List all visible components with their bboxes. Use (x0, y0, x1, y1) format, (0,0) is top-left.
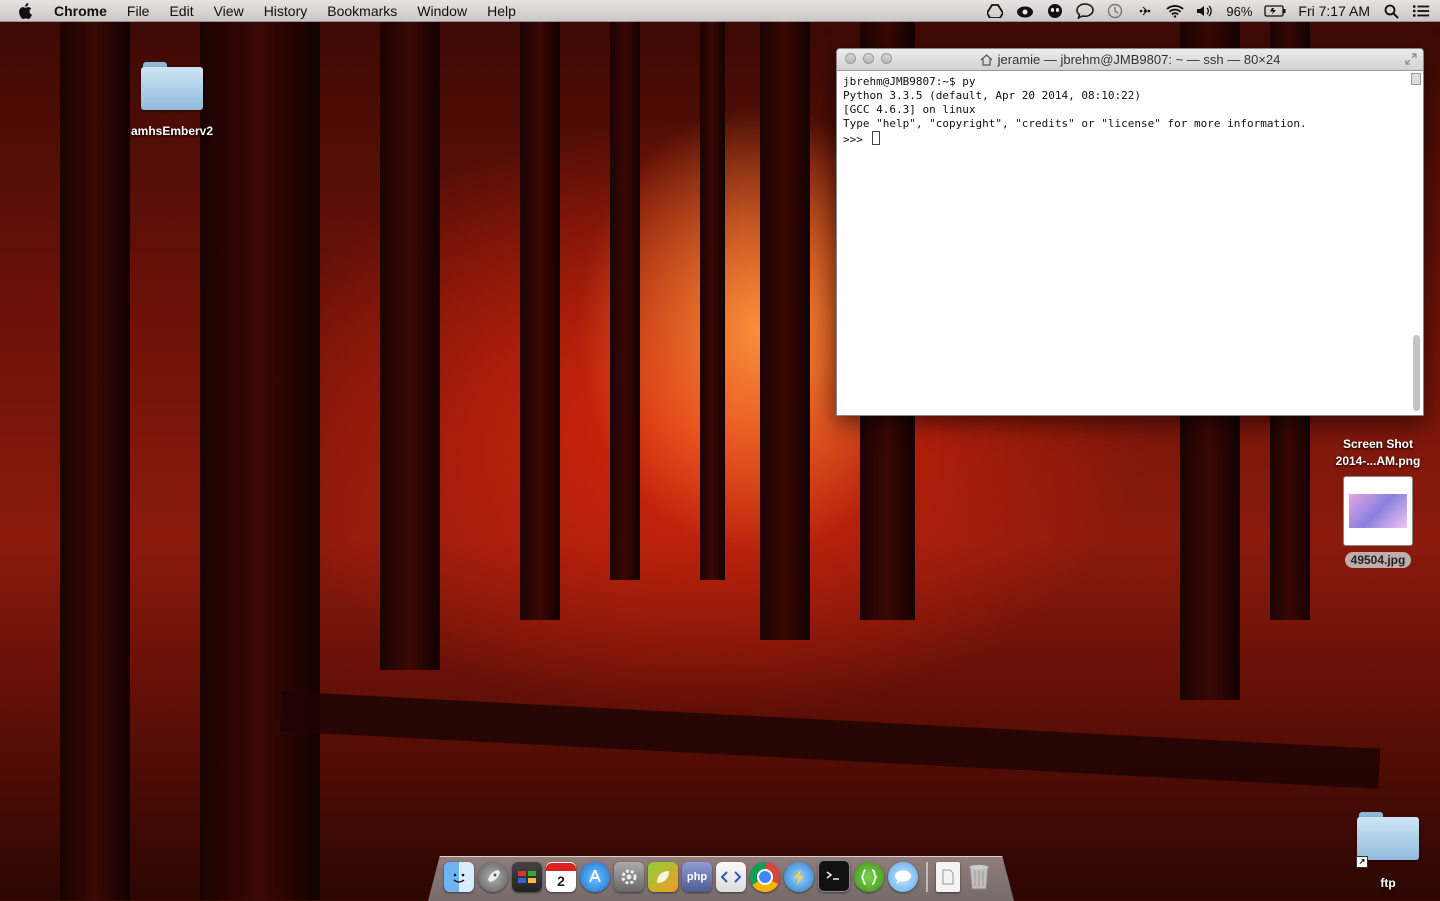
spotlight-search-icon[interactable] (1382, 3, 1400, 19)
menu-view[interactable]: View (214, 3, 244, 19)
terminal-prompt-line: >>> (843, 131, 1417, 147)
dock-icons: 2 php (444, 860, 994, 892)
creative-cloud-icon[interactable] (1016, 3, 1034, 19)
zoom-button[interactable] (881, 53, 892, 64)
desktop-folder-amhsemberv2[interactable]: amhsEmberv2 (122, 62, 222, 138)
notification-center-icon[interactable] (1412, 3, 1430, 19)
desktop-file-label: 49504.jpg (1344, 552, 1412, 568)
status-menus: 96% Fri 7:17 AM (986, 0, 1430, 22)
terminal-window[interactable]: jeramie — jbrehm@JMB9807: ~ — ssh — 80×2… (836, 48, 1424, 416)
calendar-icon[interactable]: 2 (546, 862, 576, 892)
menu-history[interactable]: History (264, 3, 308, 19)
menu-app-chrome[interactable]: Chrome (54, 3, 107, 19)
home-icon (980, 53, 993, 66)
terminal-line: Type "help", "copyright", "credits" or "… (843, 117, 1307, 130)
time-machine-icon[interactable] (1106, 3, 1124, 19)
document-icon[interactable] (936, 862, 960, 892)
desktop-file-49504-jpg[interactable]: 49504.jpg (1338, 476, 1418, 568)
tree-trunk (700, 20, 725, 580)
terminal-line: [GCC 4.6.3] on linux (843, 103, 976, 116)
google-drive-icon[interactable] (986, 3, 1004, 19)
terminal-title-bar[interactable]: jeramie — jbrehm@JMB9807: ~ — ssh — 80×2… (837, 49, 1423, 71)
terminal-line: jbrehm@JMB9807:~$ py (843, 75, 976, 88)
desktop-folder-label: amhsEmberv2 (130, 124, 214, 138)
code-editor-icon[interactable] (716, 862, 746, 892)
tree-trunk (610, 20, 640, 580)
desktop-folder-ftp[interactable]: ↗ ftp (1352, 812, 1424, 890)
dock-separator (926, 862, 928, 892)
menu-window[interactable]: Window (417, 3, 467, 19)
desktop-file-label: Screen Shot 2014-...AM.png (1335, 437, 1421, 468)
php-label: php (686, 871, 708, 883)
text-cursor (871, 131, 880, 145)
finder-icon[interactable] (444, 862, 474, 892)
folder-icon (1357, 812, 1419, 860)
system-preferences-gear-icon[interactable] (614, 862, 644, 892)
trash-icon[interactable] (964, 862, 994, 892)
close-button[interactable] (845, 53, 856, 64)
menu-bookmarks[interactable]: Bookmarks (327, 3, 397, 19)
chrome-icon[interactable] (750, 862, 780, 892)
tree-trunk (380, 20, 440, 670)
scrollbar-thumb[interactable] (1413, 335, 1420, 411)
tree-trunk (760, 20, 810, 640)
php-icon[interactable]: php (682, 862, 712, 892)
terminal-content[interactable]: jbrehm@JMB9807:~$ py Python 3.3.5 (defaul… (837, 71, 1423, 151)
python-prompt: >>> (843, 133, 870, 146)
menu-bar: Chrome File Edit View History Bookmarks … (0, 0, 1440, 22)
menu-edit[interactable]: Edit (169, 3, 193, 19)
minimize-button[interactable] (863, 53, 874, 64)
window-controls (845, 53, 892, 64)
clock[interactable]: Fri 7:17 AM (1298, 3, 1370, 19)
tree-trunk (200, 20, 320, 900)
terminal-line: Python 3.3.5 (default, Apr 20 2014, 08:1… (843, 89, 1142, 102)
lightning-bolt-icon[interactable] (784, 862, 814, 892)
wifi-icon[interactable] (1166, 3, 1184, 19)
chat-bubble-icon[interactable] (1076, 3, 1095, 19)
tree-trunk (520, 20, 560, 620)
terminal-icon[interactable] (818, 860, 850, 892)
fallen-log (279, 691, 1381, 789)
photo-booth-icon[interactable] (512, 862, 542, 892)
bluetooth-dots-icon[interactable] (1136, 3, 1154, 19)
folder-icon (141, 62, 203, 110)
desktop-file-screenshot[interactable]: Screen Shot 2014-...AM.png (1320, 436, 1436, 470)
volume-icon[interactable] (1196, 3, 1214, 19)
coda-leaf-icon[interactable] (648, 862, 678, 892)
tree-trunk (60, 20, 130, 900)
messages-icon[interactable] (888, 862, 918, 892)
battery-icon[interactable] (1264, 3, 1286, 19)
launchpad-rocket-icon[interactable] (478, 862, 508, 892)
app-store-icon[interactable] (580, 862, 610, 892)
battery-percentage: 96% (1226, 3, 1253, 19)
calendar-day: 2 (557, 873, 565, 889)
desktop-folder-label: ftp (1380, 876, 1396, 890)
braces-editor-icon[interactable] (854, 862, 884, 892)
terminal-scrollbar[interactable] (1412, 73, 1421, 413)
menu-help[interactable]: Help (487, 3, 516, 19)
alias-arrow-icon: ↗ (1356, 856, 1368, 868)
fullscreen-icon[interactable] (1405, 53, 1417, 65)
alien-face-icon[interactable] (1046, 3, 1064, 19)
menu-file[interactable]: File (127, 3, 150, 19)
image-thumbnail (1343, 476, 1413, 546)
terminal-title: jeramie — jbrehm@JMB9807: ~ — ssh — 80×2… (997, 52, 1281, 67)
apple-menu-icon[interactable] (18, 2, 38, 20)
